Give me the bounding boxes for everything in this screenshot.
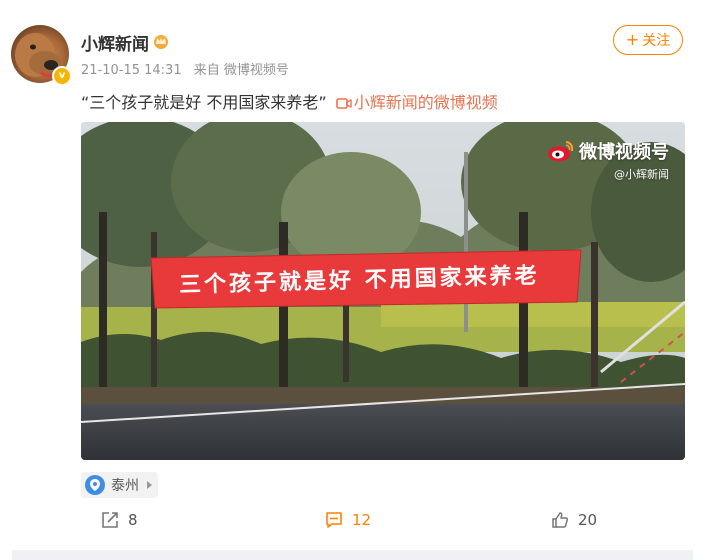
repost-count: 8 (128, 511, 138, 529)
thumbs-up-icon (552, 512, 569, 528)
location-pin-icon (85, 475, 105, 495)
follow-label: 关注 (642, 33, 671, 49)
video-player[interactable]: 三个孩子就是好 不用国家来养老 微博视频号 @小辉新闻 (81, 122, 685, 460)
location-tag[interactable]: 泰州 (81, 472, 158, 498)
comment-button[interactable]: 12 (324, 508, 371, 532)
watermark-handle: @小辉新闻 (614, 168, 669, 181)
username[interactable]: 小辉新闻 (81, 30, 149, 55)
follow-button[interactable]: + 关注 (613, 25, 683, 55)
like-button[interactable]: 20 (550, 508, 597, 532)
post-body: “三个孩子就是好 不用国家来养老” (81, 93, 327, 112)
weibo-post-card: v 小辉新闻 21-10-15 14:31 来自 微博视频号 + 关注 “三个孩… (0, 0, 705, 560)
like-count: 20 (578, 511, 598, 529)
video-link[interactable]: 小辉新闻的微博视频 (335, 93, 498, 112)
location-label: 泰州 (111, 478, 139, 494)
card-divider (12, 550, 693, 560)
verified-badge-icon: v (52, 66, 72, 86)
timestamp[interactable]: 21-10-15 14:31 (81, 63, 182, 78)
comment-icon (326, 512, 342, 528)
comment-count: 12 (352, 511, 372, 529)
plus-icon: + (625, 30, 640, 49)
video-link-label: 小辉新闻的微博视频 (353, 93, 498, 112)
watermark-title: 微博视频号 (579, 142, 669, 163)
repost-button[interactable]: 8 (100, 508, 138, 532)
post-text: “三个孩子就是好 不用国家来养老” 小辉新闻的微博视频 (81, 89, 498, 113)
post-source: 来自 微博视频号 (193, 63, 289, 78)
video-watermark: 微博视频号 @小辉新闻 (547, 138, 669, 182)
share-icon (102, 512, 118, 528)
video-camera-icon (335, 98, 352, 109)
chevron-right-icon (147, 481, 152, 489)
post-meta: 21-10-15 14:31 来自 微博视频号 (81, 59, 297, 78)
weibo-logo-icon (548, 141, 574, 162)
crown-icon (154, 35, 168, 49)
